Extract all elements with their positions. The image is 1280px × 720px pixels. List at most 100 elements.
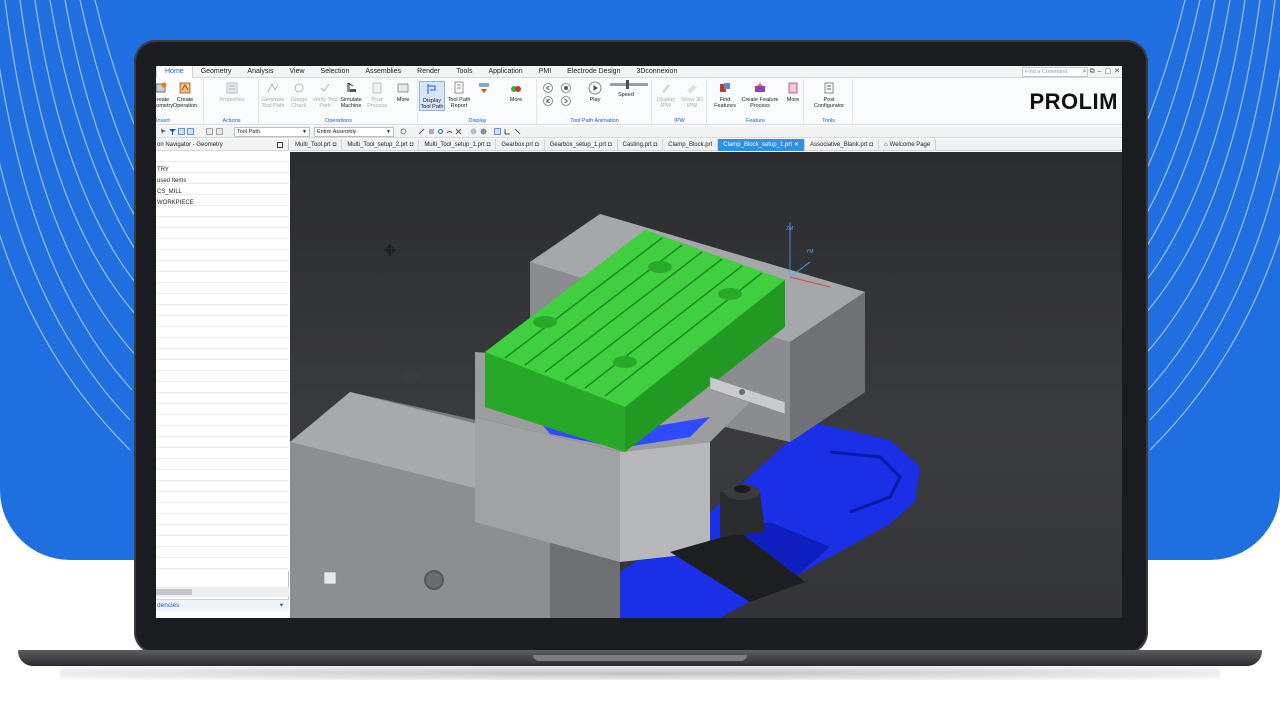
restore-icon[interactable]: ⧉: [1090, 66, 1095, 78]
file-tab[interactable]: Gearbox.prt ◘: [496, 139, 545, 151]
file-tab[interactable]: Casting.prt ◘: [618, 139, 664, 151]
properties-button[interactable]: Properties: [219, 81, 245, 103]
command-search-input[interactable]: Find a Command: [1022, 67, 1088, 77]
menu-tab-analysis[interactable]: Analysis: [239, 66, 281, 78]
maximize-panel-icon[interactable]: [277, 142, 283, 148]
display-options-button[interactable]: [471, 81, 497, 97]
display-tool-path-button[interactable]: Display Tool Path: [419, 81, 445, 111]
display-ipw-button[interactable]: Display IPW: [653, 81, 679, 109]
curve-rule-icon[interactable]: [418, 128, 425, 135]
verify-tool-path-button[interactable]: Verify Tool Path: [312, 81, 338, 109]
snap-icon[interactable]: [400, 128, 407, 135]
step-back-icon[interactable]: [543, 83, 553, 93]
menu-tab-pmi[interactable]: PMI: [531, 66, 559, 78]
group-label-tools: Tools: [822, 118, 835, 124]
tab-close-icon[interactable]: ◘: [487, 139, 491, 151]
file-tab[interactable]: Associative_Blank.prt ◘: [805, 139, 880, 151]
menu-tab-geometry[interactable]: Geometry: [193, 66, 240, 78]
file-tab[interactable]: Clamp_Block.prt: [663, 139, 719, 151]
measure-icon[interactable]: [514, 128, 521, 135]
intersection-icon[interactable]: [455, 128, 462, 135]
file-tab[interactable]: Multi_Tool_setup_2.prt ◘: [342, 139, 420, 151]
group-label-actions: Actions: [222, 118, 241, 124]
point-snap-icon[interactable]: [437, 128, 444, 135]
file-tab[interactable]: Multi_Tool.prt ◘: [290, 139, 343, 151]
search-icon[interactable]: ⌕: [1083, 66, 1087, 78]
feature-more-button[interactable]: More: [780, 81, 806, 103]
menu-tab-view[interactable]: View: [282, 66, 313, 78]
dependencies-panel-header[interactable]: dencies ▾: [156, 599, 289, 611]
post-process-button[interactable]: Post Process: [364, 81, 390, 109]
tree-node[interactable]: used Items: [157, 176, 186, 186]
menu-tab-assemblies[interactable]: Assemblies: [357, 66, 409, 78]
tree-node[interactable]: TRY: [157, 165, 169, 175]
minimize-icon[interactable]: –: [1098, 66, 1102, 78]
welcome-tab[interactable]: ⌂ Welcome Page: [879, 139, 937, 151]
tab-close-icon[interactable]: ◘: [410, 139, 414, 151]
tab-close-icon[interactable]: ◘: [654, 139, 658, 151]
play-icon: [588, 81, 602, 95]
find-features-button[interactable]: Find Features: [712, 81, 738, 109]
menu-tab-home[interactable]: Home: [156, 66, 193, 78]
play-button[interactable]: Play: [582, 81, 608, 103]
post-configurator-button[interactable]: Post Configurator: [809, 81, 849, 109]
select-all-icon[interactable]: [187, 128, 194, 135]
create-operation-button[interactable]: Create Operation: [172, 81, 198, 109]
view-icon[interactable]: [480, 128, 487, 135]
tab-close-icon[interactable]: ◘: [869, 139, 873, 151]
deselect-icon[interactable]: [206, 128, 213, 135]
step-forward-icon[interactable]: [561, 96, 571, 106]
menu-tab-tools[interactable]: Tools: [448, 66, 480, 78]
fit-view-icon[interactable]: [494, 128, 501, 135]
tree-node[interactable]: CS_MILL: [157, 187, 182, 197]
simulate-machine-button[interactable]: Simulate Machine: [338, 81, 364, 109]
display-more-button[interactable]: More: [503, 81, 529, 103]
tool-path-report-button[interactable]: Tool Path Report: [446, 81, 472, 109]
display-more-icon: [511, 86, 521, 92]
tab-close-icon[interactable]: ◘: [535, 139, 539, 151]
scrollbar-thumb[interactable]: [156, 589, 192, 595]
generate-tool-path-button[interactable]: Generate Tool Path: [260, 81, 286, 109]
selection-scope-icon[interactable]: [178, 128, 185, 135]
assembly-scope-dropdown[interactable]: Entire Assembly ▼: [314, 127, 394, 137]
menu-tab-3dconnexion[interactable]: 3Dconnexion: [628, 66, 685, 78]
menu-tab-selection[interactable]: Selection: [313, 66, 358, 78]
tab-close-icon[interactable]: ◘: [608, 139, 612, 151]
graphics-viewport[interactable]: ZM YM: [290, 152, 1122, 618]
file-tab[interactable]: Gearbox_setup_1.prt ◘: [545, 139, 618, 151]
report-icon: [454, 81, 464, 94]
tab-close-icon[interactable]: ✕: [794, 139, 799, 151]
view-orientation-cube[interactable]: [323, 571, 337, 585]
tree-node[interactable]: WORKPIECE: [157, 198, 194, 208]
ribbon-group-operations: Generate Tool Path Gouge Check Verify To…: [260, 79, 418, 125]
group-label-feature: Feature: [746, 118, 765, 124]
menu-tab-render[interactable]: Render: [409, 66, 448, 78]
speed-slider[interactable]: [610, 80, 648, 89]
speed-slider-handle[interactable]: [626, 80, 629, 89]
create-feature-process-button[interactable]: Create Feature Process: [740, 81, 780, 109]
navigator-horizontal-scrollbar[interactable]: [156, 587, 289, 597]
filter-icon[interactable]: [169, 128, 176, 135]
tab-close-icon[interactable]: ◘: [333, 139, 337, 151]
shade-icon[interactable]: [470, 128, 477, 135]
gouge-check-button[interactable]: Gouge Check: [286, 81, 312, 109]
type-filter-dropdown[interactable]: Tool Path ▼: [234, 127, 310, 137]
select-icon[interactable]: [160, 128, 167, 135]
operations-more-button[interactable]: More: [390, 81, 416, 103]
wcs-icon[interactable]: [504, 128, 511, 135]
file-tab[interactable]: Multi_Tool_setup_1.prt ◘: [419, 139, 497, 151]
maximize-icon[interactable]: ▢: [1105, 66, 1112, 78]
toggle-icon[interactable]: [216, 128, 223, 135]
group-label-animation: Tool Path Animation: [570, 118, 619, 124]
face-rule-icon[interactable]: [428, 128, 435, 135]
arc-center-icon[interactable]: [446, 128, 453, 135]
crosshair-cursor-icon: [384, 244, 396, 256]
group-label-ipw: IPW: [674, 118, 685, 124]
rewind-icon[interactable]: [543, 96, 553, 106]
color-display-icon: [479, 83, 489, 93]
file-tab-active[interactable]: Clamp_Block_setup_1.prt ✕: [718, 139, 806, 151]
menu-tab-electrode-design[interactable]: Electrode Design: [559, 66, 628, 78]
menu-tab-application[interactable]: Application: [480, 66, 530, 78]
close-icon[interactable]: ✕: [1114, 66, 1120, 78]
show-3d-ipw-button[interactable]: Show 3D IPW: [679, 81, 705, 109]
